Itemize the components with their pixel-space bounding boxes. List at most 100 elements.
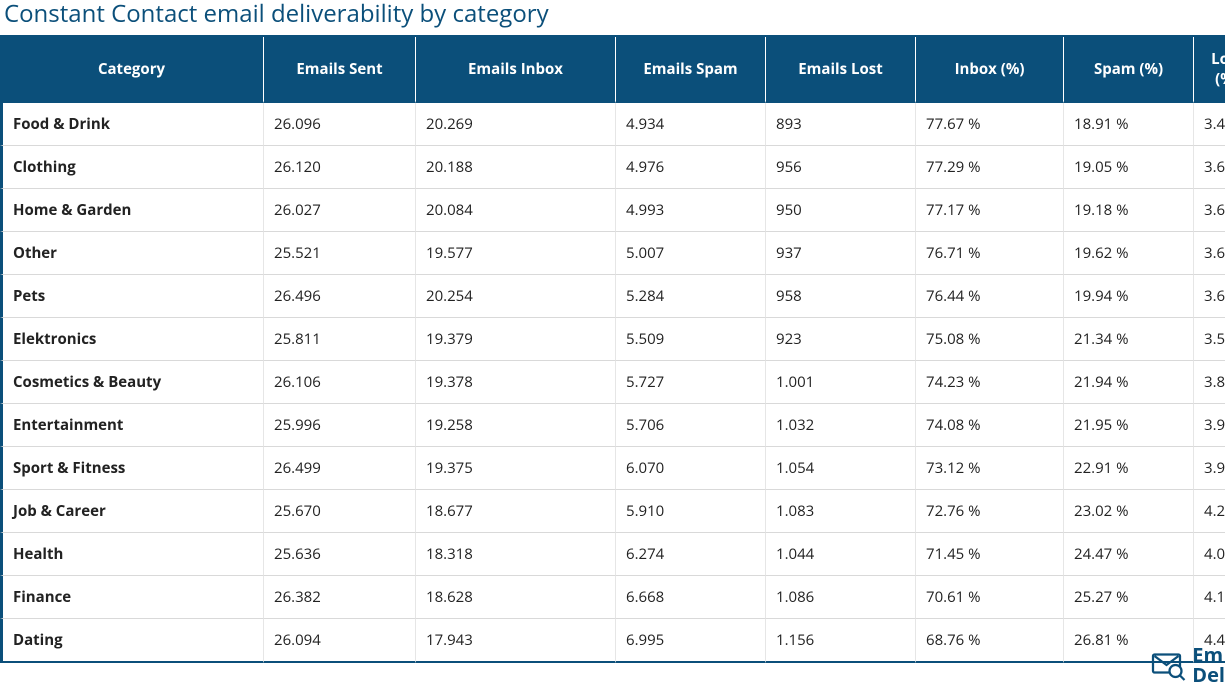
cell-spam: 4.934 xyxy=(616,103,766,146)
table-header-row: Category Emails Sent Emails Inbox Emails… xyxy=(0,37,1225,103)
cell-spam-pct: 19.62 % xyxy=(1064,232,1194,275)
cell-category: Finance xyxy=(0,576,264,619)
cell-lost-pct: 3.6 xyxy=(1194,275,1225,318)
cell-inbox-pct: 75.08 % xyxy=(916,318,1064,361)
cell-spam: 4.993 xyxy=(616,189,766,232)
table-row: Entertainment25.99619.2585.7061.03274.08… xyxy=(0,404,1225,447)
cell-spam: 6.070 xyxy=(616,447,766,490)
table-row: Finance26.38218.6286.6681.08670.61 %25.2… xyxy=(0,576,1225,619)
col-sent: Emails Sent xyxy=(264,37,416,103)
cell-category: Clothing xyxy=(0,146,264,189)
cell-spam: 5.706 xyxy=(616,404,766,447)
cell-spam-pct: 21.95 % xyxy=(1064,404,1194,447)
cell-lost: 1.156 xyxy=(766,619,916,663)
cell-inbox-pct: 68.76 % xyxy=(916,619,1064,663)
envelope-search-icon xyxy=(1150,647,1186,683)
cell-inbox: 19.379 xyxy=(416,318,616,361)
table-row: Clothing26.12020.1884.97695677.29 %19.05… xyxy=(0,146,1225,189)
cell-sent: 26.496 xyxy=(264,275,416,318)
cell-inbox-pct: 77.29 % xyxy=(916,146,1064,189)
cell-inbox-pct: 74.08 % xyxy=(916,404,1064,447)
cell-spam: 6.274 xyxy=(616,533,766,576)
cell-lost: 1.001 xyxy=(766,361,916,404)
cell-lost-pct: 3.9 xyxy=(1194,404,1225,447)
cell-lost-pct: 4.0 xyxy=(1194,533,1225,576)
cell-lost-pct: 3.6 xyxy=(1194,146,1225,189)
cell-inbox-pct: 77.67 % xyxy=(916,103,1064,146)
cell-inbox: 20.084 xyxy=(416,189,616,232)
page-title: Constant Contact email deliverability by… xyxy=(0,0,1225,37)
cell-inbox-pct: 74.23 % xyxy=(916,361,1064,404)
cell-lost-pct: 3.8 xyxy=(1194,361,1225,404)
cell-spam-pct: 19.18 % xyxy=(1064,189,1194,232)
logo-text-2: Del xyxy=(1192,665,1225,685)
cell-inbox: 19.375 xyxy=(416,447,616,490)
cell-sent: 25.521 xyxy=(264,232,416,275)
table-row: Health25.63618.3186.2741.04471.45 %24.47… xyxy=(0,533,1225,576)
cell-inbox: 18.628 xyxy=(416,576,616,619)
cell-category: Sport & Fitness xyxy=(0,447,264,490)
table-row: Dating26.09417.9436.9951.15668.76 %26.81… xyxy=(0,619,1225,663)
cell-spam: 6.995 xyxy=(616,619,766,663)
cell-lost: 893 xyxy=(766,103,916,146)
cell-sent: 25.636 xyxy=(264,533,416,576)
col-inbox-pct: Inbox (%) xyxy=(916,37,1064,103)
cell-spam-pct: 22.91 % xyxy=(1064,447,1194,490)
table-row: Other25.52119.5775.00793776.71 %19.62 %3… xyxy=(0,232,1225,275)
cell-spam-pct: 25.27 % xyxy=(1064,576,1194,619)
table-container: Category Emails Sent Emails Inbox Emails… xyxy=(0,37,1225,663)
cell-spam-pct: 18.91 % xyxy=(1064,103,1194,146)
cell-lost-pct: 3.4 xyxy=(1194,103,1225,146)
cell-inbox: 18.318 xyxy=(416,533,616,576)
cell-inbox-pct: 72.76 % xyxy=(916,490,1064,533)
cell-spam: 5.007 xyxy=(616,232,766,275)
cell-spam-pct: 21.94 % xyxy=(1064,361,1194,404)
col-spam: Emails Spam xyxy=(616,37,766,103)
cell-inbox: 19.258 xyxy=(416,404,616,447)
cell-category: Health xyxy=(0,533,264,576)
cell-sent: 25.996 xyxy=(264,404,416,447)
col-lost-pct: Lost (%) xyxy=(1194,37,1225,103)
table-row: Pets26.49620.2545.28495876.44 %19.94 %3.… xyxy=(0,275,1225,318)
cell-lost-pct: 3.9 xyxy=(1194,447,1225,490)
cell-lost-pct: 4.2 xyxy=(1194,490,1225,533)
cell-lost: 937 xyxy=(766,232,916,275)
cell-inbox: 20.269 xyxy=(416,103,616,146)
cell-lost: 1.086 xyxy=(766,576,916,619)
cell-category: Dating xyxy=(0,619,264,663)
cell-sent: 26.027 xyxy=(264,189,416,232)
cell-lost-pct: 3.6 xyxy=(1194,189,1225,232)
cell-sent: 26.382 xyxy=(264,576,416,619)
deliverability-table: Category Emails Sent Emails Inbox Emails… xyxy=(0,37,1225,663)
cell-sent: 26.106 xyxy=(264,361,416,404)
cell-lost-pct: 4.1 xyxy=(1194,576,1225,619)
table-row: Food & Drink26.09620.2694.93489377.67 %1… xyxy=(0,103,1225,146)
table-row: Elektronics25.81119.3795.50992375.08 %21… xyxy=(0,318,1225,361)
cell-inbox: 19.577 xyxy=(416,232,616,275)
cell-lost: 1.083 xyxy=(766,490,916,533)
cell-sent: 25.811 xyxy=(264,318,416,361)
cell-spam: 5.284 xyxy=(616,275,766,318)
col-spam-pct: Spam (%) xyxy=(1064,37,1194,103)
cell-inbox-pct: 73.12 % xyxy=(916,447,1064,490)
table-row: Job & Career25.67018.6775.9101.08372.76 … xyxy=(0,490,1225,533)
cell-category: Job & Career xyxy=(0,490,264,533)
cell-spam-pct: 23.02 % xyxy=(1064,490,1194,533)
table-row: Home & Garden26.02720.0844.99395077.17 %… xyxy=(0,189,1225,232)
cell-spam-pct: 24.47 % xyxy=(1064,533,1194,576)
cell-lost: 956 xyxy=(766,146,916,189)
cell-inbox-pct: 76.71 % xyxy=(916,232,1064,275)
cell-sent: 26.096 xyxy=(264,103,416,146)
cell-lost: 923 xyxy=(766,318,916,361)
col-lost: Emails Lost xyxy=(766,37,916,103)
cell-category: Food & Drink xyxy=(0,103,264,146)
cell-spam-pct: 19.94 % xyxy=(1064,275,1194,318)
cell-lost: 958 xyxy=(766,275,916,318)
cell-category: Elektronics xyxy=(0,318,264,361)
cell-inbox: 20.254 xyxy=(416,275,616,318)
cell-spam: 5.727 xyxy=(616,361,766,404)
cell-spam-pct: 21.34 % xyxy=(1064,318,1194,361)
cell-sent: 25.670 xyxy=(264,490,416,533)
cell-spam: 5.509 xyxy=(616,318,766,361)
cell-spam: 6.668 xyxy=(616,576,766,619)
